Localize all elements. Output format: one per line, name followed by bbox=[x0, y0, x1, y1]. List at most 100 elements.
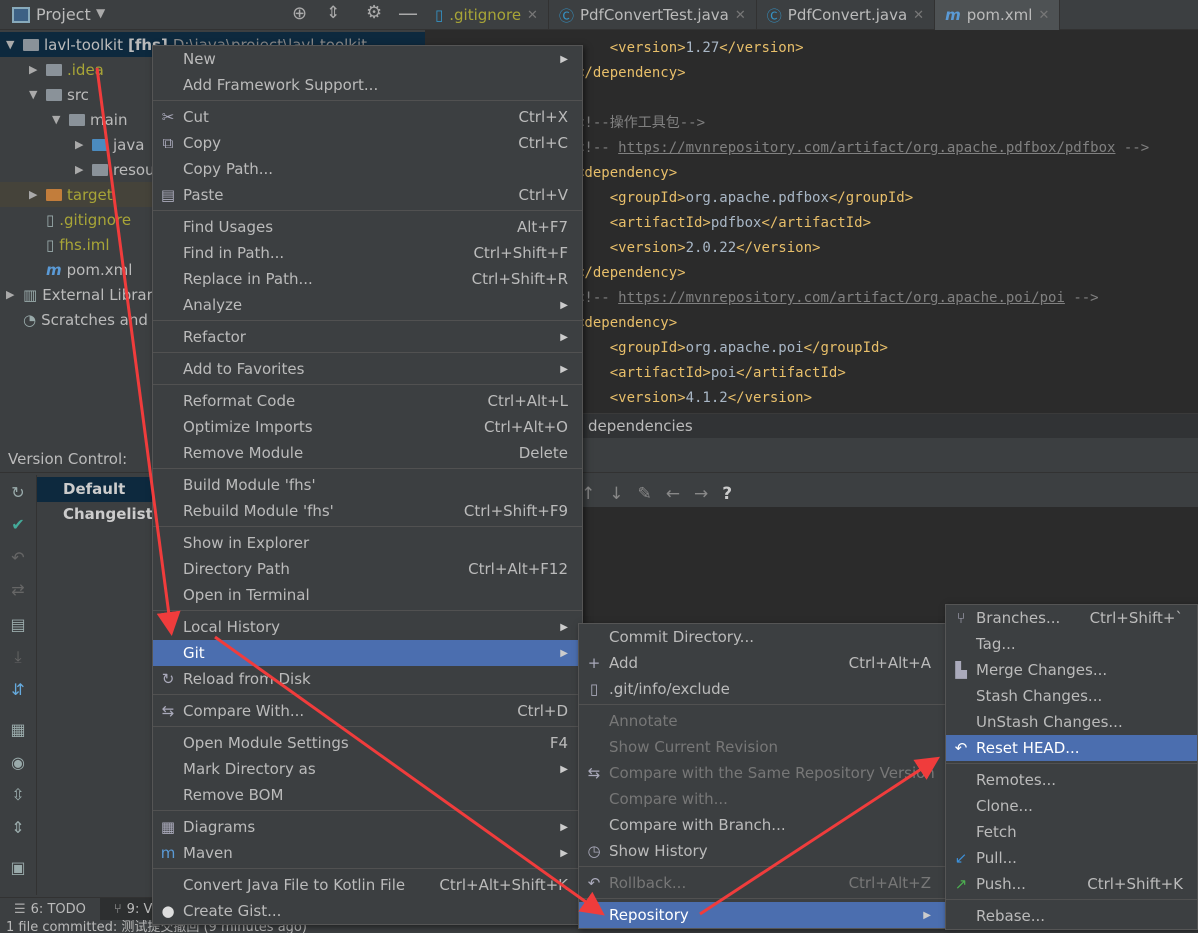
refresh-icon[interactable]: ↻ bbox=[8, 483, 28, 502]
tree-item[interactable]: ▯ .gitignore bbox=[0, 207, 131, 232]
menu-item-local-history[interactable]: Local History ▶ bbox=[153, 614, 582, 640]
menu-item-diagrams[interactable]: ▦ Diagrams ▶ bbox=[153, 814, 582, 840]
tree-item[interactable]: ▯ fhs.iml bbox=[0, 232, 110, 257]
diff-icon[interactable]: ⇄ bbox=[8, 580, 28, 599]
expanded-icon[interactable]: ▼ bbox=[6, 38, 18, 51]
breadcrumb[interactable]: dependencies bbox=[540, 413, 1198, 438]
help-icon[interactable]: ? bbox=[722, 484, 732, 504]
tree-item[interactable]: ▶ ▥ External Libraries bbox=[0, 282, 174, 307]
menu-item-branches[interactable]: ⑂ Branches... Ctrl+Shift+` bbox=[946, 605, 1197, 631]
gear-icon[interactable]: ⚙ bbox=[366, 2, 382, 23]
menu-item-add[interactable]: + Add Ctrl+Alt+A bbox=[579, 650, 945, 676]
menu-item-replace-in-path[interactable]: Replace in Path... Ctrl+Shift+R bbox=[153, 266, 582, 292]
minimize-icon[interactable]: — bbox=[398, 1, 418, 25]
menu-item-cut[interactable]: ✂ Cut Ctrl+X bbox=[153, 104, 582, 130]
commit-check-icon[interactable]: ✔ bbox=[8, 515, 28, 534]
tab-pom-xml[interactable]: m pom.xml ✕ bbox=[935, 0, 1061, 30]
tab-pdfconverttest-java[interactable]: Ⓒ PdfConvertTest.java ✕ bbox=[549, 0, 757, 30]
menu-item-push[interactable]: ↗ Push... Ctrl+Shift+K bbox=[946, 871, 1197, 897]
menu-item-compare-with-the-same-repository-version[interactable]: ⇆ Compare with the Same Repository Versio… bbox=[579, 760, 945, 786]
menu-item-pull[interactable]: ↙ Pull... bbox=[946, 845, 1197, 871]
menu-item-git[interactable]: Git ▶ bbox=[153, 640, 582, 666]
menu-item-repository[interactable]: Repository ▶ bbox=[579, 902, 945, 928]
tab--gitignore[interactable]: ▯ .gitignore ✕ bbox=[425, 0, 549, 30]
default-changelist[interactable]: Default Changelist bbox=[37, 477, 167, 523]
forward-icon[interactable]: → bbox=[694, 484, 708, 504]
close-icon[interactable]: ✕ bbox=[527, 8, 538, 23]
menu-item-analyze[interactable]: Analyze ▶ bbox=[153, 292, 582, 318]
collapse-all-icon[interactable]: ⇕ bbox=[8, 818, 28, 837]
menu-item-show-in-explorer[interactable]: Show in Explorer bbox=[153, 530, 582, 556]
group-icon[interactable]: ▦ bbox=[8, 720, 28, 739]
expand-all-icon[interactable]: ⇳ bbox=[8, 785, 28, 804]
arrow-up-icon[interactable]: ↑ bbox=[581, 484, 595, 504]
menu-item-fetch[interactable]: Fetch bbox=[946, 819, 1197, 845]
eye-icon[interactable]: ◉ bbox=[8, 753, 28, 772]
menu-item-add-framework-support[interactable]: Add Framework Support... bbox=[153, 72, 582, 98]
close-icon[interactable]: ✕ bbox=[735, 8, 746, 23]
tree-item[interactable]: ▶ .idea bbox=[0, 57, 104, 82]
menu-item-clone[interactable]: Clone... bbox=[946, 793, 1197, 819]
chevron-down-icon[interactable]: ▼ bbox=[96, 6, 105, 20]
menu-item-new[interactable]: New ▶ bbox=[153, 46, 582, 72]
tree-item[interactable]: ▶ java bbox=[0, 132, 144, 157]
expanded-icon[interactable]: ▼ bbox=[52, 113, 64, 126]
menu-item-show-history[interactable]: ◷ Show History bbox=[579, 838, 945, 864]
tree-item[interactable]: ▼ main bbox=[0, 107, 127, 132]
expanded-icon[interactable]: ▼ bbox=[29, 88, 41, 101]
collapsed-icon[interactable]: ▶ bbox=[6, 288, 18, 301]
menu-item-remove-module[interactable]: Remove Module Delete bbox=[153, 440, 582, 466]
tree-item[interactable]: m pom.xml bbox=[0, 257, 132, 282]
menu-item-find-usages[interactable]: Find Usages Alt+F7 bbox=[153, 214, 582, 240]
menu-item-reset-head[interactable]: ↶ Reset HEAD... bbox=[946, 735, 1197, 761]
menu-item-refactor[interactable]: Refactor ▶ bbox=[153, 324, 582, 350]
rollback-icon[interactable]: ↶ bbox=[8, 548, 28, 567]
menu-item-maven[interactable]: m Maven ▶ bbox=[153, 840, 582, 866]
menu-item-copy-path[interactable]: Copy Path... bbox=[153, 156, 582, 182]
collapsed-icon[interactable]: ▶ bbox=[75, 163, 87, 176]
layout-icon[interactable]: ▣ bbox=[8, 858, 28, 877]
menu-item-directory-path[interactable]: Directory Path Ctrl+Alt+F12 bbox=[153, 556, 582, 582]
menu-item-merge-changes[interactable]: ▙ Merge Changes... bbox=[946, 657, 1197, 683]
menu-item-open-module-settings[interactable]: Open Module Settings F4 bbox=[153, 730, 582, 756]
menu-item-show-current-revision[interactable]: Show Current Revision bbox=[579, 734, 945, 760]
menu-item-find-in-path[interactable]: Find in Path... Ctrl+Shift+F bbox=[153, 240, 582, 266]
locate-icon[interactable]: ⊕ bbox=[292, 3, 307, 24]
update-icon[interactable]: ⇵ bbox=[8, 680, 28, 699]
menu-item-create-gist[interactable]: ● Create Gist... bbox=[153, 898, 582, 924]
menu-item-unstash-changes[interactable]: UnStash Changes... bbox=[946, 709, 1197, 735]
menu-item-convert-java-file-to-kotlin-file[interactable]: Convert Java File to Kotlin File Ctrl+Alt… bbox=[153, 872, 582, 898]
menu-item-stash-changes[interactable]: Stash Changes... bbox=[946, 683, 1197, 709]
menu-item-compare-with-branch[interactable]: Compare with Branch... bbox=[579, 812, 945, 838]
menu-item-annotate[interactable]: Annotate bbox=[579, 708, 945, 734]
menu-item-rebuild-module-fhs[interactable]: Rebuild Module 'fhs' Ctrl+Shift+F9 bbox=[153, 498, 582, 524]
close-icon[interactable]: ✕ bbox=[913, 8, 924, 23]
menu-item-copy[interactable]: ⧉ Copy Ctrl+C bbox=[153, 130, 582, 156]
menu-item-reformat-code[interactable]: Reformat Code Ctrl+Alt+L bbox=[153, 388, 582, 414]
menu-item-compare-with[interactable]: Compare with... bbox=[579, 786, 945, 812]
collapsed-icon[interactable]: ▶ bbox=[29, 63, 41, 76]
close-icon[interactable]: ✕ bbox=[1038, 8, 1049, 23]
menu-item-build-module-fhs[interactable]: Build Module 'fhs' bbox=[153, 472, 582, 498]
code-editor[interactable]: <version>1.27</version> </dependency> <!--… bbox=[540, 30, 1198, 413]
menu-item-git-info-exclude[interactable]: ▯ .git/info/exclude bbox=[579, 676, 945, 702]
menu-item-rollback[interactable]: ↶ Rollback... Ctrl+Alt+Z bbox=[579, 870, 945, 896]
menu-item-compare-with[interactable]: ⇆ Compare With... Ctrl+D bbox=[153, 698, 582, 724]
collapse-all-icon[interactable]: ⇕ bbox=[326, 3, 340, 23]
project-view-selector[interactable]: Project bbox=[36, 5, 91, 24]
shelve-icon[interactable]: ⤓ bbox=[8, 647, 28, 667]
back-icon[interactable]: ← bbox=[666, 484, 680, 504]
menu-item-open-in-terminal[interactable]: Open in Terminal bbox=[153, 582, 582, 608]
menu-item-optimize-imports[interactable]: Optimize Imports Ctrl+Alt+O bbox=[153, 414, 582, 440]
menu-item-remove-bom[interactable]: Remove BOM bbox=[153, 782, 582, 808]
menu-item-commit-directory[interactable]: Commit Directory... bbox=[579, 624, 945, 650]
arrow-down-icon[interactable]: ↓ bbox=[609, 484, 623, 504]
tool-6-todo[interactable]: ☰ 6: TODO bbox=[0, 898, 100, 920]
menu-item-rebase[interactable]: Rebase... bbox=[946, 903, 1197, 929]
menu-item-mark-directory-as[interactable]: Mark Directory as ▶ bbox=[153, 756, 582, 782]
menu-item-paste[interactable]: ▤ Paste Ctrl+V bbox=[153, 182, 582, 208]
tree-item[interactable]: ▼ src bbox=[0, 82, 89, 107]
menu-item-add-to-favorites[interactable]: Add to Favorites ▶ bbox=[153, 356, 582, 382]
collapsed-icon[interactable]: ▶ bbox=[75, 138, 87, 151]
edit-icon[interactable]: ✎ bbox=[638, 484, 652, 504]
